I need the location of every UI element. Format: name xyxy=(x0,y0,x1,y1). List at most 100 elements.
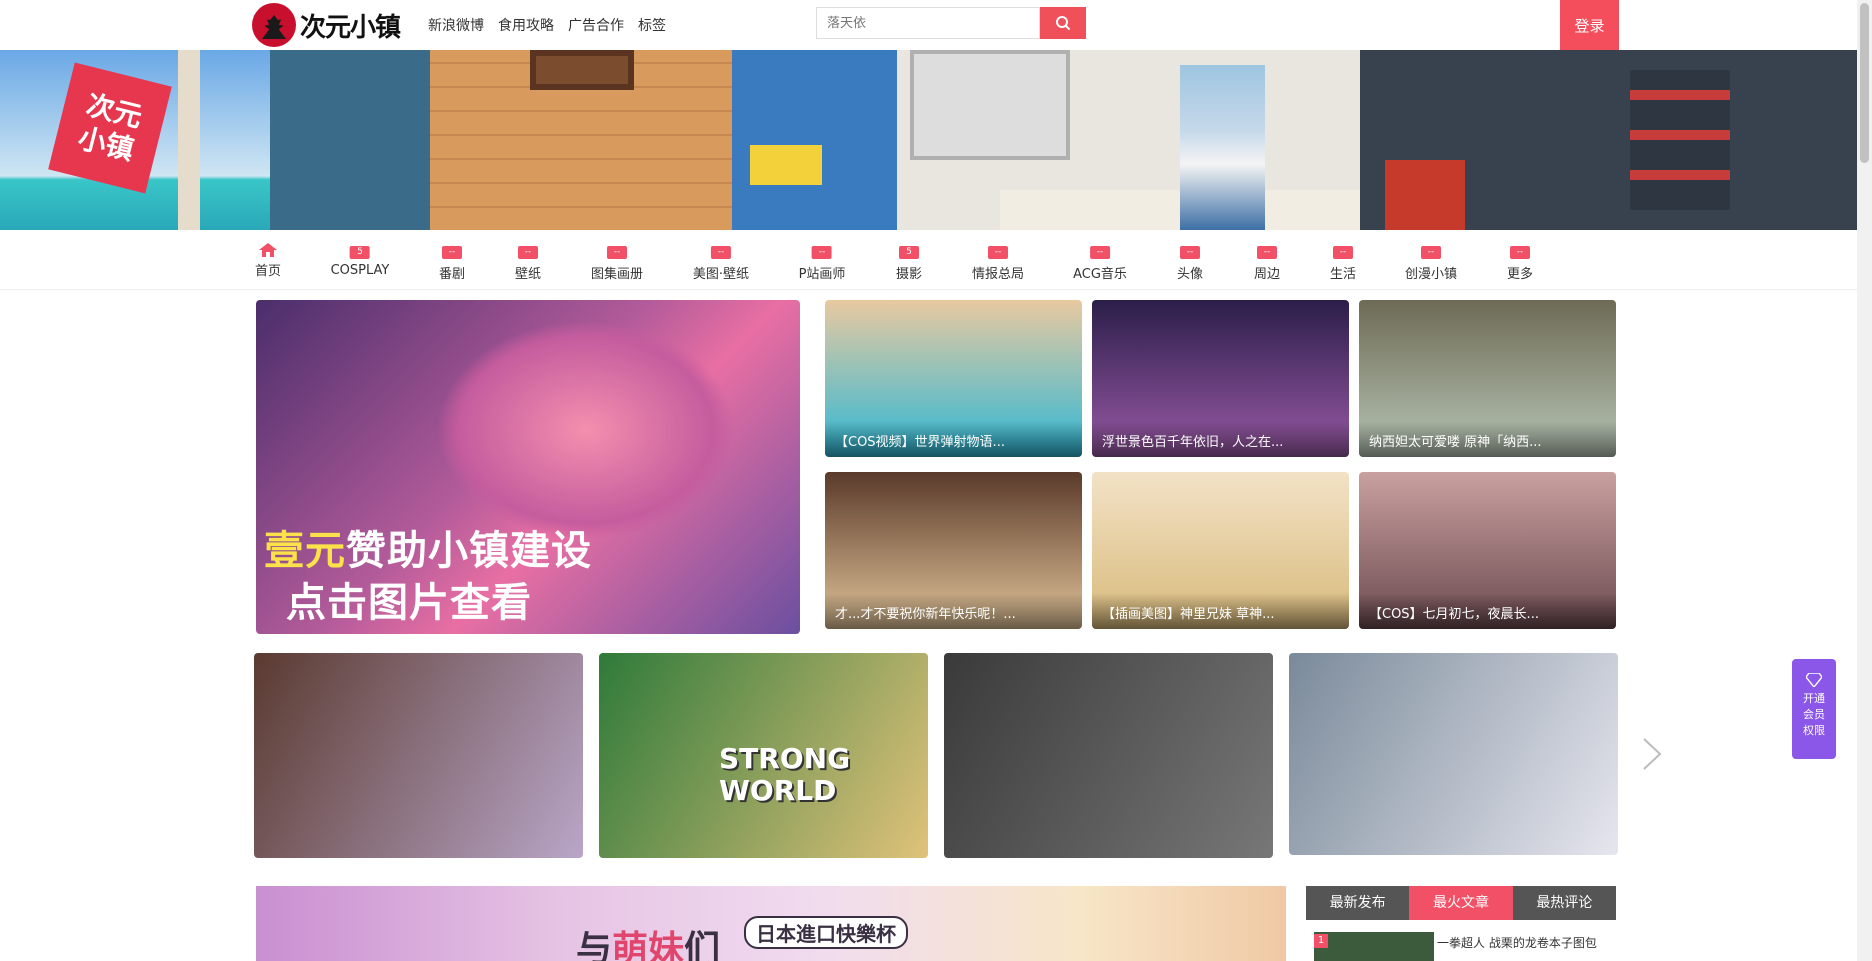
category-badge: -- xyxy=(1509,246,1530,259)
site-logo[interactable]: 次元小镇 xyxy=(252,3,404,47)
search-button[interactable] xyxy=(1040,7,1086,39)
category-cosplay[interactable]: 5 COSPLAY xyxy=(330,243,390,278)
scrollbar-thumb[interactable] xyxy=(1860,3,1869,163)
category-label: 图集画册 xyxy=(590,267,644,282)
category-label: ACG音乐 xyxy=(1073,267,1127,282)
promo-banner[interactable]: 与萌妹们 日本進口快樂杯 xyxy=(256,886,1286,961)
stamp-text: 次元 小镇 xyxy=(74,88,146,167)
nav-ads[interactable]: 广告合作 xyxy=(568,15,624,35)
feature-line-1: 壹元赞助小镇建设 xyxy=(264,518,592,576)
category-badge: -- xyxy=(606,246,627,259)
promo-badge: 日本進口快樂杯 xyxy=(744,916,908,949)
category-badge: -- xyxy=(1420,246,1441,259)
page-scrollbar[interactable] xyxy=(1857,0,1872,961)
search-icon xyxy=(1056,16,1071,31)
post-card[interactable]: 【COS视频】世界弹射物语... xyxy=(825,300,1082,457)
category-badge: -- xyxy=(1256,246,1277,259)
category-label: 周边 xyxy=(1253,267,1281,282)
slider-item[interactable]: STRONG WORLD xyxy=(599,653,928,858)
slider-item[interactable] xyxy=(944,653,1273,858)
vip-button[interactable]: 开通 会员 权限 xyxy=(1792,659,1836,759)
category-badge: -- xyxy=(441,246,462,259)
logo-text: 次元小镇 xyxy=(300,12,401,43)
nav-guide[interactable]: 食用攻略 xyxy=(498,15,554,35)
sidebar-tabs: 最新发布 最火文章 最热评论 xyxy=(1306,886,1616,920)
nav-tags[interactable]: 标签 xyxy=(638,15,666,35)
category-avatars[interactable]: -- 头像 xyxy=(1177,243,1203,282)
category-wallpaper[interactable]: -- 壁纸 xyxy=(515,243,541,282)
nav-weibo[interactable]: 新浪微博 xyxy=(428,15,484,35)
login-button[interactable]: 登录 xyxy=(1560,0,1619,50)
category-acg-music[interactable]: -- ACG音乐 xyxy=(1073,243,1127,282)
category-label: COSPLAY xyxy=(330,263,390,278)
post-card[interactable]: 浮世景色百千年依旧，人之在... xyxy=(1092,300,1349,457)
slider-item[interactable] xyxy=(254,653,583,858)
feature-art xyxy=(436,320,736,540)
category-more[interactable]: -- 更多 xyxy=(1507,243,1533,282)
category-label: 首页 xyxy=(254,264,282,279)
banner-crate xyxy=(1385,160,1465,230)
tab-top-comments[interactable]: 最热评论 xyxy=(1512,886,1616,920)
top-post-thumbnail[interactable]: 1 xyxy=(1314,932,1434,961)
category-badge: -- xyxy=(1089,246,1110,259)
promo-title: 与萌妹们 xyxy=(576,920,720,961)
post-card[interactable]: 【插画美图】神里兄妹 草神... xyxy=(1092,472,1349,629)
category-pixiv[interactable]: -- P站画师 xyxy=(799,243,845,282)
category-pictures[interactable]: -- 美图·壁纸 xyxy=(693,243,749,282)
banner-window xyxy=(530,50,634,90)
post-caption: 【COS视频】世界弹射物语... xyxy=(825,421,1082,457)
category-badge: -- xyxy=(517,246,538,259)
category-albums[interactable]: -- 图集画册 xyxy=(591,243,643,282)
category-label: 生活 xyxy=(1329,267,1357,282)
hero-banner[interactable]: 次元 小镇 xyxy=(0,50,1857,230)
category-label: 壁纸 xyxy=(514,267,542,282)
category-life[interactable]: -- 生活 xyxy=(1330,243,1356,282)
feature-highlight: 壹元 xyxy=(264,528,346,574)
category-badge: 5 xyxy=(898,246,919,259)
home-icon xyxy=(258,243,277,257)
category-label: 更多 xyxy=(1506,267,1534,282)
top-header: 次元小镇 新浪微博 食用攻略 广告合作 标签 登录 xyxy=(0,0,1855,50)
banner-stairs xyxy=(270,50,430,230)
banner-vending-machine xyxy=(732,50,897,230)
slide-title: STRONG WORLD xyxy=(719,742,851,807)
banner-vending-sign xyxy=(750,145,822,185)
post-caption: 纳西妲太可爱喽 原神「纳西... xyxy=(1359,421,1616,457)
category-creative-town[interactable]: -- 创漫小镇 xyxy=(1405,243,1457,282)
category-badge: 5 xyxy=(350,246,370,259)
category-badge: -- xyxy=(1179,246,1200,259)
category-home[interactable]: 首页 xyxy=(255,243,281,279)
category-badge: -- xyxy=(710,246,731,259)
category-label: 美图·壁纸 xyxy=(692,267,750,282)
tab-latest[interactable]: 最新发布 xyxy=(1306,886,1410,920)
post-card[interactable]: 纳西妲太可爱喽 原神「纳西... xyxy=(1359,300,1616,457)
search-input[interactable] xyxy=(816,7,1040,39)
logo-icon xyxy=(252,3,296,47)
post-caption: 浮世景色百千年依旧，人之在... xyxy=(1092,421,1349,457)
category-label: 番剧 xyxy=(438,267,466,282)
category-news[interactable]: -- 情报总局 xyxy=(972,243,1024,282)
category-anime[interactable]: -- 番剧 xyxy=(439,243,465,282)
tab-hottest[interactable]: 最火文章 xyxy=(1409,886,1513,920)
category-badge: -- xyxy=(812,246,832,259)
category-merch[interactable]: -- 周边 xyxy=(1254,243,1280,282)
chevron-right-icon[interactable] xyxy=(1640,735,1664,773)
banner-pillar xyxy=(178,50,200,230)
slider-item[interactable] xyxy=(1289,653,1618,855)
featured-sponsor-banner[interactable]: 壹元赞助小镇建设 点击图片查看 xyxy=(256,300,800,634)
post-caption: 才...才不要祝你新年快乐呢！... xyxy=(825,593,1082,629)
post-card[interactable]: 才...才不要祝你新年快乐呢！... xyxy=(825,472,1082,629)
post-card[interactable]: 【COS】七月初七，夜晨长... xyxy=(1359,472,1616,629)
category-nav: 首页 5 COSPLAY -- 番剧 -- 壁纸 -- 图集画册 -- 美图·壁纸 -- P… xyxy=(0,230,1857,290)
category-label: 摄影 xyxy=(895,267,923,282)
category-photography[interactable]: 5 摄影 xyxy=(896,243,922,282)
category-badge: -- xyxy=(1332,246,1353,259)
feature-line-1-rest: 赞助小镇建设 xyxy=(346,528,592,574)
category-label: 创漫小镇 xyxy=(1404,267,1458,282)
promo-title-a: 与 xyxy=(576,929,613,961)
promo-title-b: 们 xyxy=(684,929,721,961)
top-post-title[interactable]: 一拳超人 战栗的龙卷本子图包 xyxy=(1437,934,1597,951)
feature-line-2: 点击图片查看 xyxy=(286,580,532,626)
post-caption: 【插画美图】神里兄妹 草神... xyxy=(1092,593,1349,629)
banner-shelf xyxy=(1630,70,1730,210)
